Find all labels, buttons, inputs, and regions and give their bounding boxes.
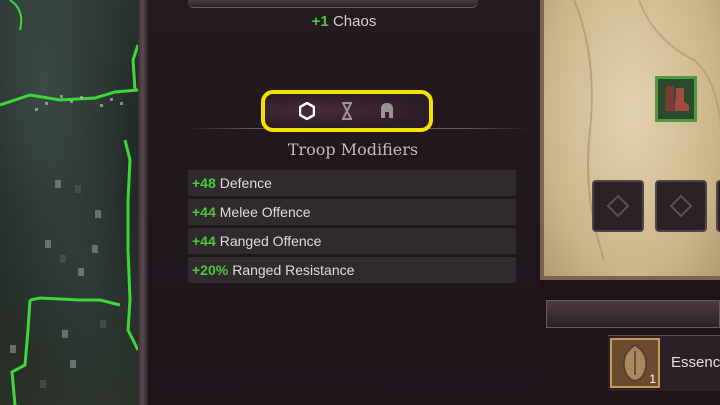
modifier-row: +20% Ranged Resistance — [188, 257, 516, 283]
parchment-sketch — [573, 0, 720, 261]
chaos-label: Chaos — [332, 13, 377, 30]
modifier-value: +20% — [192, 262, 229, 278]
modifier-label: Ranged Offence — [219, 233, 322, 249]
diamond-icon — [606, 194, 630, 218]
tab-hexagon[interactable] — [296, 100, 318, 122]
modifier-row: +44 Ranged Offence — [188, 228, 516, 254]
modifier-list: +48 Defence +44 Melee Offence +44 Ranged… — [188, 170, 516, 286]
section-title: Troop Modifiers — [287, 140, 419, 159]
empty-equipment-slot[interactable] — [592, 180, 644, 232]
hourglass-icon — [342, 102, 352, 120]
hexagon-icon — [299, 102, 315, 120]
diamond-icon — [669, 194, 693, 218]
empty-equipment-slot[interactable] — [716, 180, 720, 232]
modifier-value: +48 — [192, 175, 216, 191]
essence-item-slot[interactable]: 1 — [610, 338, 660, 388]
boots-equipment-slot[interactable] — [655, 76, 697, 122]
inventory-header-frame — [546, 300, 720, 328]
essence-icon — [622, 343, 648, 383]
chaos-stat: +1 Chaos — [148, 13, 540, 30]
chaos-value: +1 — [311, 13, 329, 30]
modifier-label: Ranged Resistance — [232, 262, 355, 278]
modifier-row: +48 Defence — [188, 170, 516, 196]
unit-details-panel: +1 Chaos Troop Modifiers +48 Defence +44 — [148, 0, 540, 405]
tab-helmet[interactable] — [376, 100, 398, 122]
inventory-area: 1 Essenc — [540, 280, 720, 405]
modifier-label: Defence — [219, 175, 272, 191]
equipment-parchment — [540, 0, 720, 280]
panel-border — [138, 0, 148, 405]
world-map-view[interactable] — [0, 0, 148, 405]
modifier-value: +44 — [192, 204, 216, 220]
modifier-label: Melee Offence — [219, 204, 311, 220]
modifier-row: +44 Melee Offence — [188, 199, 516, 225]
boots-icon — [665, 86, 689, 111]
empty-equipment-slot[interactable] — [655, 180, 707, 232]
panel-top-frame — [188, 0, 478, 8]
item-label: Essenc — [671, 354, 720, 371]
territory-borders — [0, 0, 140, 405]
modifier-value: +44 — [192, 233, 216, 249]
item-count: 1 — [649, 372, 656, 386]
helmet-icon — [381, 103, 393, 118]
modifier-tabs — [261, 90, 433, 132]
tab-hourglass[interactable] — [336, 100, 358, 122]
